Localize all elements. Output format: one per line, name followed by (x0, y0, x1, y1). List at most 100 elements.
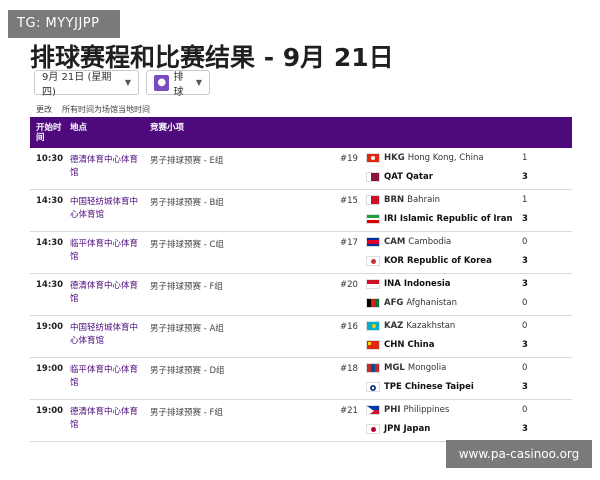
iri-flag-icon (366, 214, 380, 224)
team-code: CHN (384, 340, 405, 350)
team-away-score: 3 (522, 256, 528, 266)
team-name: China (407, 340, 435, 350)
mgl-flag-icon (366, 363, 380, 373)
venue-link[interactable]: 临平体育中心体育馆 (70, 238, 142, 264)
jpn-flag-icon (366, 424, 380, 434)
team-code: TPE (384, 382, 402, 392)
match-number: #21 (340, 406, 358, 416)
team-away-score: 3 (522, 340, 528, 350)
team-home[interactable]: INA Indonesia (366, 276, 451, 292)
table-row[interactable]: 19:00 中国轻纺城体育中心体育馆 男子排球预赛 - A组 #16 KAZ Kazakh… (30, 316, 572, 358)
table-row[interactable]: 14:30 临平体育中心体育馆 男子排球预赛 - C组 #17 CAM Cambodia 0… (30, 232, 572, 274)
table-body: 10:30 德清体育中心体育馆 男子排球预赛 - E组 #19 HKG Hong Kong… (30, 148, 572, 442)
team-code: IRI (384, 214, 397, 224)
team-code: AFG (384, 298, 404, 308)
team-home-score: 1 (522, 195, 528, 205)
table-row[interactable]: 19:00 临平体育中心体育馆 男子排球预赛 - D组 #18 MGL Mongolia 0… (30, 358, 572, 400)
team-home-score: 0 (522, 321, 528, 331)
watermark-tag: TG: MYYJJPP (8, 10, 120, 38)
venue-link[interactable]: 中国轻纺城体育中心体育馆 (70, 196, 142, 222)
team-home[interactable]: CAM Cambodia (366, 234, 451, 250)
team-away[interactable]: AFG Afghanistan (366, 295, 457, 311)
tpe-flag-icon (366, 382, 380, 392)
team-away[interactable]: TPE Chinese Taipei (366, 379, 474, 395)
team-code: BRN (384, 195, 405, 205)
phi-flag-icon (366, 405, 380, 415)
team-name: Bahrain (407, 195, 441, 205)
team-code: KOR (384, 256, 404, 266)
team-name: Afghanistan (406, 298, 457, 308)
table-row[interactable]: 19:00 德清体育中心体育馆 男子排球预赛 - F组 #21 PHI Philippin… (30, 400, 572, 442)
filter-controls: 9月 21日 (星期四) ▼ ● 排球 ▼ (34, 70, 210, 98)
match-time: 14:30 (36, 280, 64, 290)
event-name: 男子排球预赛 - B组 (150, 198, 224, 208)
watermark-url: www.pa-casinoo.org (446, 440, 592, 468)
venue-link[interactable]: 德清体育中心体育馆 (70, 406, 142, 432)
match-time: 19:00 (36, 364, 64, 374)
event-name: 男子排球预赛 - E组 (150, 156, 224, 166)
venue-link[interactable]: 德清体育中心体育馆 (70, 154, 142, 180)
match-time: 19:00 (36, 406, 64, 416)
cam-flag-icon (366, 237, 380, 247)
team-away[interactable]: CHN China (366, 337, 434, 353)
team-name: Qatar (405, 172, 433, 182)
match-number: #20 (340, 280, 358, 290)
date-dropdown[interactable]: 9月 21日 (星期四) ▼ (34, 70, 139, 98)
timezone-note: 所有时间为场馆当地时间 (62, 105, 150, 114)
team-away[interactable]: IRI Islamic Republic of Iran (366, 211, 513, 227)
chevron-down-icon: ▼ (124, 78, 131, 87)
kor-flag-icon (366, 256, 380, 266)
qat-flag-icon (366, 172, 380, 182)
change-link[interactable]: 更改 (36, 104, 52, 115)
date-dropdown-label: 9月 21日 (星期四) (42, 71, 112, 98)
team-home[interactable]: KAZ Kazakhstan (366, 318, 455, 334)
venue-link[interactable]: 德清体育中心体育馆 (70, 280, 142, 306)
header-venue: 地点 (70, 123, 88, 133)
match-time: 10:30 (36, 154, 64, 164)
chevron-down-icon: ▼ (195, 78, 202, 87)
team-home-score: 0 (522, 237, 528, 247)
team-code: KAZ (384, 321, 404, 331)
match-number: #16 (340, 322, 358, 332)
team-code: QAT (384, 172, 403, 182)
team-home[interactable]: BRN Bahrain (366, 192, 440, 208)
team-code: CAM (384, 237, 406, 247)
table-header: 开始时间 地点 竞赛小项 (30, 117, 572, 148)
team-home[interactable]: MGL Mongolia (366, 360, 446, 376)
venue-link[interactable]: 临平体育中心体育馆 (70, 364, 142, 390)
match-time: 14:30 (36, 196, 64, 206)
kaz-flag-icon (366, 321, 380, 331)
team-home[interactable]: HKG Hong Kong, China (366, 150, 484, 166)
match-number: #17 (340, 238, 358, 248)
team-name: Mongolia (407, 363, 447, 373)
team-code: HKG (384, 153, 405, 163)
ina-flag-icon (366, 279, 380, 289)
team-code: PHI (384, 405, 401, 415)
match-time: 14:30 (36, 238, 64, 248)
team-code: JPN (384, 424, 401, 434)
team-code: MGL (384, 363, 405, 373)
table-row[interactable]: 14:30 德清体育中心体育馆 男子排球预赛 - F组 #20 INA Indonesia… (30, 274, 572, 316)
header-event: 竞赛小项 (150, 123, 185, 133)
venue-link[interactable]: 中国轻纺城体育中心体育馆 (70, 322, 142, 348)
team-name: Indonesia (403, 279, 451, 289)
table-row[interactable]: 14:30 中国轻纺城体育中心体育馆 男子排球预赛 - B组 #15 BRN Bahrai… (30, 190, 572, 232)
header-time: 开始时间 (36, 123, 62, 143)
brn-flag-icon (366, 195, 380, 205)
schedule-table: 开始时间 地点 竞赛小项 10:30 德清体育中心体育馆 男子排球预赛 - E组 #1… (30, 117, 572, 442)
team-name: Kazakhstan (406, 321, 456, 331)
event-name: 男子排球预赛 - D组 (150, 366, 225, 376)
sport-dropdown[interactable]: ● 排球 ▼ (146, 70, 210, 98)
team-name: Chinese Taipei (404, 382, 474, 392)
team-home[interactable]: PHI Philippines (366, 402, 449, 418)
volleyball-icon: ● (154, 74, 170, 91)
team-away[interactable]: JPN Japan (366, 421, 430, 437)
team-away[interactable]: KOR Republic of Korea (366, 253, 492, 269)
team-name: Japan (403, 424, 431, 434)
team-name: Cambodia (408, 237, 452, 247)
match-number: #19 (340, 154, 358, 164)
team-away[interactable]: QAT Qatar (366, 169, 433, 185)
team-name: Hong Kong, China (407, 153, 484, 163)
table-row[interactable]: 10:30 德清体育中心体育馆 男子排球预赛 - E组 #19 HKG Hong Kong… (30, 148, 572, 190)
event-name: 男子排球预赛 - F组 (150, 282, 223, 292)
